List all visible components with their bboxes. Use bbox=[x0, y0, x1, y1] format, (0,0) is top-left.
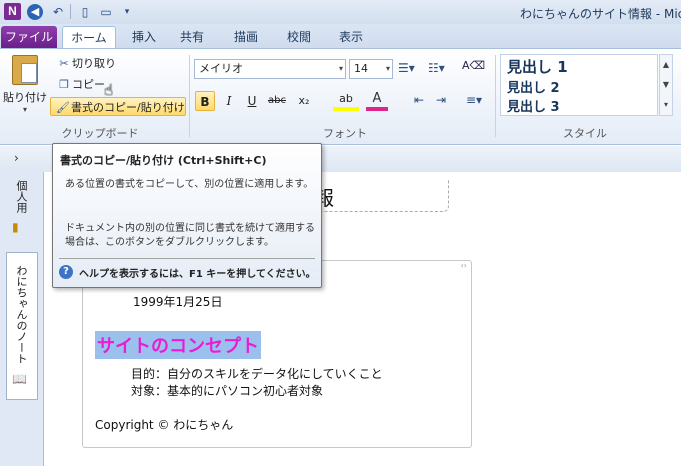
paintbrush-icon: 🖌 bbox=[56, 101, 70, 114]
tab-home[interactable]: ホーム bbox=[62, 26, 116, 48]
group-separator bbox=[189, 55, 190, 137]
notebook-wani-label: わにちゃんのノート bbox=[15, 265, 28, 364]
paste-label: 貼り付け bbox=[3, 91, 47, 104]
window-title: わにちゃんのサイト情報 - Micros bbox=[520, 7, 681, 21]
clipboard-group-label: クリップボード bbox=[61, 127, 139, 140]
style-heading-3[interactable]: 見出し 3 bbox=[507, 96, 560, 115]
tab-view[interactable]: 表示 bbox=[329, 26, 373, 48]
help-icon: ? bbox=[59, 265, 73, 279]
concept-heading[interactable]: サイトのコンセプト bbox=[95, 331, 261, 359]
clear-formatting-icon[interactable]: A⌫ bbox=[462, 59, 485, 72]
chevron-down-icon[interactable]: ▼ bbox=[660, 75, 672, 95]
notebook-icon[interactable]: ▮ bbox=[12, 220, 19, 234]
note-container[interactable]: ‹› 1999年1月25日 サイトのコンセプト 目的：自分のスキルをデータ化にし… bbox=[82, 260, 472, 448]
increase-indent-icon[interactable]: ⇥ bbox=[436, 93, 446, 107]
subscript-button[interactable]: x₂ bbox=[292, 91, 316, 111]
styles-gallery: 見出し 1 見出し 2 見出し 3 bbox=[500, 54, 658, 116]
font-group-label: フォント bbox=[323, 127, 367, 140]
copy-icon: ❐ bbox=[59, 78, 69, 91]
notebook-personal[interactable]: 個人用 bbox=[13, 180, 29, 213]
tooltip-help-text: ヘルプを表示するには、F1 キーを押してください。 bbox=[79, 269, 316, 280]
tooltip-description: ある位置の書式をコピーして、別の位置に適用します。 bbox=[65, 179, 314, 190]
paste-button[interactable]: 貼り付け ▾ bbox=[2, 55, 48, 125]
purpose-text[interactable]: 目的：自分のスキルをデータ化にしていくこと bbox=[131, 365, 383, 382]
chevron-up-icon[interactable]: ▲ bbox=[660, 55, 672, 75]
highlight-button[interactable]: ab bbox=[333, 89, 359, 111]
decrease-indent-icon[interactable]: ⇤ bbox=[414, 93, 424, 107]
tab-share[interactable]: 共有 bbox=[170, 26, 214, 48]
styles-group-label: スタイル bbox=[563, 127, 607, 140]
back-arrow-icon[interactable]: ◀ bbox=[27, 4, 43, 20]
chevron-down-icon[interactable]: ▾ bbox=[386, 60, 390, 78]
group-separator bbox=[495, 55, 496, 137]
clipboard-icon bbox=[12, 55, 38, 85]
tooltip-divider bbox=[59, 258, 315, 259]
ribbon: 貼り付け ▾ ✂ 切り取り ❐ コピー 🖌書式のコピー/貼り付け クリップボード メ… bbox=[0, 48, 681, 145]
copyright-text[interactable]: Copyright © わにちゃん bbox=[95, 416, 233, 433]
style-heading-1[interactable]: 見出し 1 bbox=[507, 56, 568, 77]
tooltip-double-click-hint: ドキュメント内の別の位置に同じ書式を続けて適用する場合は、このボタンをダブルクリ… bbox=[65, 223, 315, 248]
scissors-icon: ✂ bbox=[59, 57, 69, 70]
tab-file[interactable]: ファイル bbox=[1, 26, 57, 48]
copy-label: コピー bbox=[72, 78, 105, 91]
format-painter-label: 書式のコピー/貼り付け bbox=[71, 101, 185, 114]
container-handle-icon[interactable]: ‹› bbox=[461, 261, 467, 270]
chevron-down-icon[interactable]: ▾ bbox=[339, 60, 343, 78]
tab-draw[interactable]: 描画 bbox=[224, 26, 268, 48]
format-painter-button[interactable]: 🖌書式のコピー/貼り付け bbox=[50, 97, 186, 116]
tooltip-title: 書式のコピー/貼り付け (Ctrl+Shift+C) bbox=[60, 154, 267, 167]
font-size-value: 14 bbox=[354, 62, 368, 75]
title-bar: N ◀ ↶ ▯ ▭ ▾ わにちゃんのサイト情報 - Micros bbox=[0, 0, 681, 24]
styles-scrollbar[interactable]: ▲ ▼ ▾ bbox=[659, 54, 673, 116]
cut-label: 切り取り bbox=[72, 57, 116, 70]
numbered-list-icon[interactable]: ☷▾ bbox=[428, 61, 445, 75]
created-date[interactable]: 1999年1月25日 bbox=[133, 293, 222, 310]
cut-button[interactable]: ✂ 切り取り bbox=[52, 54, 120, 73]
expand-navigation-icon[interactable]: › bbox=[14, 151, 19, 165]
full-page-view-icon[interactable]: ▭ bbox=[97, 3, 115, 21]
dock-to-desktop-icon[interactable]: ▯ bbox=[76, 3, 94, 21]
open-book-icon[interactable]: 📖 bbox=[12, 372, 27, 386]
onenote-app-icon[interactable]: N bbox=[4, 3, 21, 20]
target-text[interactable]: 対象：基本的にパソコン初心者対象 bbox=[131, 382, 323, 399]
tab-insert[interactable]: 挿入 bbox=[122, 26, 166, 48]
bold-button[interactable]: B bbox=[195, 91, 215, 111]
format-painter-tooltip: 書式のコピー/貼り付け (Ctrl+Shift+C) ある位置の書式をコピーして… bbox=[52, 143, 322, 288]
strikethrough-button[interactable]: abc bbox=[265, 91, 289, 111]
font-name-combo[interactable]: メイリオ ▾ bbox=[194, 59, 346, 79]
font-color-button[interactable]: A bbox=[366, 89, 388, 111]
align-icon[interactable]: ≡▾ bbox=[466, 93, 482, 107]
font-name-value: メイリオ bbox=[199, 62, 243, 75]
copy-button[interactable]: ❐ コピー bbox=[52, 75, 109, 94]
customize-qat-icon[interactable]: ▾ bbox=[118, 3, 136, 21]
mouse-pointer-icon: ☝ bbox=[104, 81, 114, 99]
bullet-list-icon[interactable]: ☰▾ bbox=[398, 61, 415, 75]
ribbon-tab-row: ファイル ホーム 挿入 共有 描画 校閲 表示 bbox=[0, 24, 681, 48]
underline-button[interactable]: U bbox=[243, 91, 261, 111]
undo-icon[interactable]: ↶ bbox=[49, 3, 67, 21]
more-styles-icon[interactable]: ▾ bbox=[660, 95, 672, 115]
italic-button[interactable]: I bbox=[220, 91, 238, 111]
font-size-combo[interactable]: 14 ▾ bbox=[349, 59, 393, 79]
chevron-down-icon[interactable]: ▾ bbox=[2, 105, 48, 114]
tab-review[interactable]: 校閲 bbox=[277, 26, 321, 48]
notebook-pane: 個人用 ▮ わにちゃんのノート 📖 bbox=[0, 172, 44, 466]
style-heading-2[interactable]: 見出し 2 bbox=[507, 77, 560, 96]
qat-separator bbox=[70, 4, 71, 19]
